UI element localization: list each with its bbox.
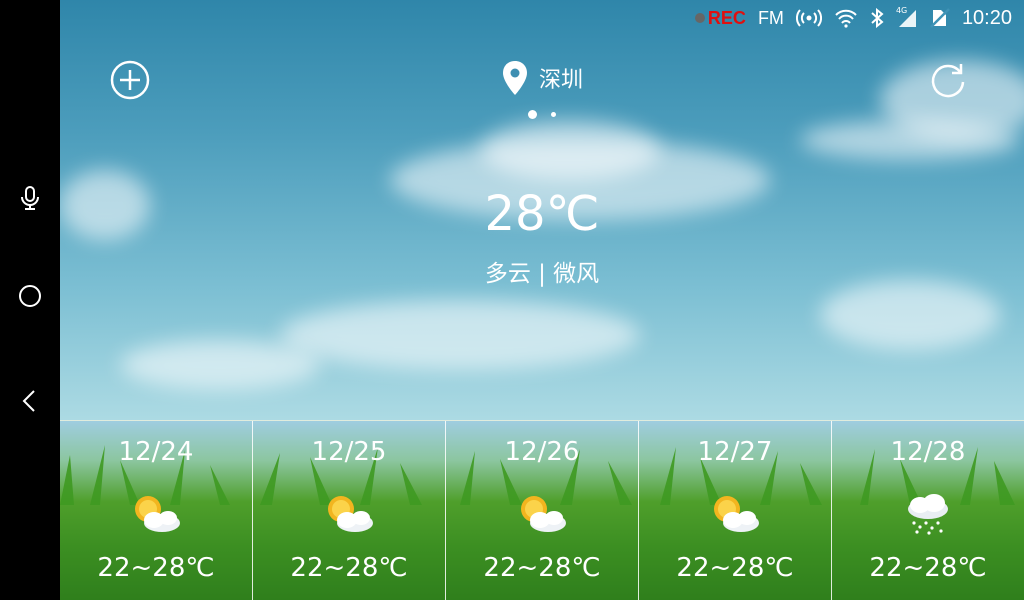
forecast-range: 22~28℃ — [483, 553, 601, 583]
record-dot-icon — [694, 13, 705, 23]
forecast-date: 12/24 — [118, 437, 194, 467]
hotspot-icon — [795, 8, 822, 28]
add-city-button[interactable] — [108, 58, 152, 102]
home-icon[interactable] — [10, 276, 50, 316]
wifi-icon — [834, 8, 858, 28]
current-temperature: 28℃ — [484, 186, 600, 242]
bluetooth-icon — [870, 8, 884, 28]
forecast-date: 12/26 — [504, 437, 580, 467]
forecast-date: 12/25 — [311, 437, 387, 467]
forecast-range: 22~28℃ — [290, 553, 408, 583]
forecast-date: 12/28 — [890, 437, 966, 467]
microphone-icon[interactable] — [10, 178, 50, 218]
forecast-day[interactable]: 12/25 22~28℃ — [253, 421, 446, 600]
partly-cloudy-icon — [521, 496, 566, 532]
forecast-day[interactable]: 12/27 22~28℃ — [639, 421, 832, 600]
forecast-day[interactable]: 12/26 22~28℃ — [446, 421, 639, 600]
fm-label: FM — [757, 7, 784, 28]
clock: 10:20 — [961, 6, 1012, 29]
back-icon[interactable] — [10, 381, 50, 421]
forecast-day[interactable]: 12/28 22~28℃ — [832, 421, 1024, 600]
system-sidebar — [0, 0, 60, 600]
no-sim-icon — [930, 7, 950, 29]
partly-cloudy-icon — [328, 496, 373, 532]
partly-cloudy-icon — [714, 496, 759, 532]
refresh-button[interactable] — [926, 58, 970, 102]
forecast-strip: 12/24 22~28℃ 12/25 22~28℃ 12/26 22~28℃ 1… — [60, 420, 1024, 600]
forecast-day[interactable]: 12/24 22~28℃ — [60, 421, 253, 600]
cellular-signal-icon: 4G — [895, 6, 918, 28]
location-pin-icon — [501, 60, 529, 96]
snow-cloud-icon — [908, 494, 948, 535]
status-bar: REC FM 4G 10:20 — [694, 0, 1024, 36]
forecast-range: 22~28℃ — [676, 553, 794, 583]
forecast-date: 12/27 — [697, 437, 773, 467]
weather-topbar: 深圳 — [60, 58, 1024, 102]
city-name: 深圳 — [538, 68, 584, 93]
add-icon — [110, 60, 150, 100]
rec-label: REC — [707, 7, 746, 28]
forecast-range: 22~28℃ — [97, 553, 215, 583]
current-condition: 多云 | 微风 — [484, 261, 600, 287]
forecast-range: 22~28℃ — [869, 553, 987, 583]
partly-cloudy-icon — [135, 496, 180, 532]
network-type-label: 4G — [895, 6, 908, 15]
page-indicator — [60, 110, 1024, 119]
weather-screen: REC FM 4G 10:20 深圳 28℃ 多云 | 微风 12/24 22~… — [60, 0, 1024, 600]
page-dot[interactable] — [551, 112, 556, 117]
city-selector[interactable]: 深圳 — [501, 58, 583, 98]
page-dot-active[interactable] — [528, 110, 537, 119]
recording-indicator: REC — [694, 7, 746, 29]
refresh-icon — [931, 64, 965, 98]
